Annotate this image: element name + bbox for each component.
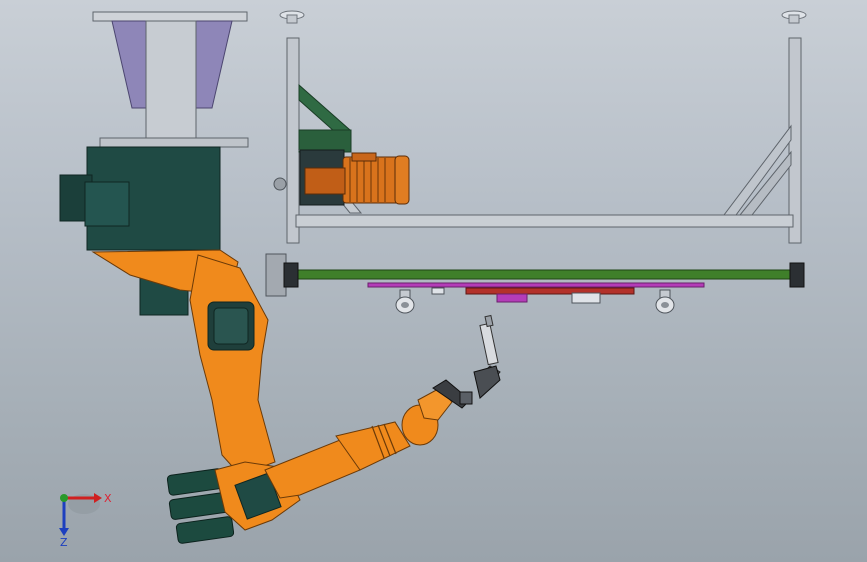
pedestal-base-plate	[99, 137, 249, 148]
mount-puck-right	[781, 10, 807, 24]
frame-post-left	[286, 37, 300, 244]
mount-puck-left	[279, 10, 305, 24]
rail-clamp-3	[571, 292, 601, 304]
positioner-frame[interactable]	[265, 10, 807, 297]
rail-red-flange	[465, 287, 635, 295]
pedestal-gusset-right	[194, 20, 233, 109]
frame-slider-block	[265, 253, 287, 297]
robot-shoulder-cap-inner	[213, 307, 249, 345]
frame-bottom-beam	[295, 214, 794, 228]
frame-side-knob	[273, 177, 287, 191]
mounting-pedestal[interactable]	[92, 11, 249, 148]
robot-base-front-box	[84, 181, 130, 227]
triad-z-arrow	[59, 528, 69, 536]
rail-end-block-right	[789, 262, 805, 288]
motor-coupling	[304, 167, 346, 195]
rail-clamp-4	[655, 289, 675, 314]
rail-clamp-2	[431, 287, 445, 295]
torch-clamp	[459, 391, 473, 405]
rail-magenta-strip	[367, 282, 705, 288]
robot-lower-arm	[189, 254, 276, 476]
axis-triad: X Z	[59, 492, 112, 548]
rail-purple-holder	[496, 293, 528, 303]
torch-body	[473, 365, 501, 399]
pedestal-top-plate	[92, 11, 248, 22]
torch-nozzle	[479, 322, 499, 366]
drive-motor[interactable]	[299, 149, 410, 206]
triad-y-axis	[60, 494, 68, 502]
cad-viewport[interactable]: X Z	[0, 0, 867, 562]
motor-terminal-box	[351, 152, 377, 162]
triad-x-label: X	[104, 492, 112, 505]
welding-torch[interactable]	[432, 314, 501, 409]
triad-z-label: Z	[60, 536, 68, 548]
rail-end-block-left	[283, 262, 299, 288]
pedestal-gusset-left	[111, 20, 149, 109]
guide-rail[interactable]	[283, 262, 805, 314]
pedestal-column	[145, 20, 197, 139]
rail-green-bar	[292, 269, 796, 280]
rail-clamp-1	[395, 289, 415, 314]
frame-green-plate	[298, 129, 352, 153]
model-scene[interactable]	[0, 0, 867, 562]
motor-end-cap	[394, 155, 410, 205]
